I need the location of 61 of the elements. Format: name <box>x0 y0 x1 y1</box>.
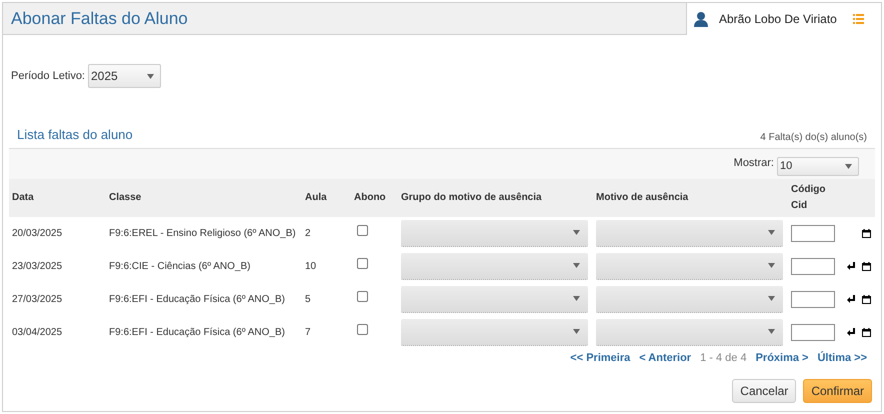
user-icon <box>693 11 709 27</box>
return-icon[interactable] <box>847 295 856 303</box>
table-cell-text: F9:6:EFI - Educação Física (6º ANO_B) <box>109 326 286 340</box>
calendar-icon[interactable] <box>862 262 871 270</box>
cid-input[interactable] <box>791 324 835 340</box>
caret-icon <box>768 329 775 334</box>
table-cell-text: F9:6:EREL - Ensino Religioso (6º ANO_B) <box>109 226 297 240</box>
column-header: Classe <box>109 191 142 205</box>
fault-count: 4 Falta(s) do(s) aluno(s) <box>760 130 867 144</box>
caret-icon <box>845 164 852 169</box>
table-cell-text: 27/03/2025 <box>12 292 64 306</box>
column-header: Código Cid <box>791 182 826 212</box>
pager-link[interactable]: Última >> <box>817 350 867 366</box>
show-label: Mostrar: <box>734 156 774 172</box>
return-icon[interactable] <box>847 262 856 270</box>
caret-icon <box>573 329 580 334</box>
calendar-icon[interactable] <box>862 294 871 304</box>
page-title: Abonar Faltas do Aluno <box>11 8 188 30</box>
checkbox[interactable] <box>357 324 368 334</box>
period-label: Período Letivo: <box>11 68 85 84</box>
caret-icon <box>147 74 154 78</box>
page-range: 1 - 4 de 4 <box>700 350 747 366</box>
confirm-button[interactable]: Confirmar <box>803 379 872 403</box>
list-title: Lista faltas do aluno <box>17 126 133 144</box>
list-icon[interactable] <box>852 14 864 24</box>
period-dropdown[interactable]: 2025 <box>88 64 161 88</box>
page-size-dropdown[interactable]: 10 <box>777 157 859 176</box>
table-cell-text: 5 <box>305 292 312 306</box>
column-header: Grupo do motivo de ausência <box>401 191 543 205</box>
return-icon[interactable] <box>847 328 856 336</box>
table-cell-text: 03/04/2025 <box>12 326 64 340</box>
caret-icon <box>768 296 775 301</box>
checkbox[interactable] <box>357 290 368 302</box>
table-cell-text: 2 <box>305 226 312 240</box>
cid-input[interactable] <box>791 258 835 274</box>
calendar-icon[interactable] <box>862 328 871 336</box>
pager-link[interactable]: << Primeira <box>570 350 630 366</box>
table-cell-text: F9:6:EFI - Educação Física (6º ANO_B) <box>109 292 286 306</box>
caret-icon <box>573 263 580 268</box>
column-header: Data <box>12 191 35 205</box>
caret-icon <box>573 230 580 235</box>
table-cell-text: F9:6:CIE - Ciências (6º ANO_B) <box>109 260 252 274</box>
caret-icon <box>768 263 775 268</box>
checkbox[interactable] <box>357 258 368 268</box>
column-header: Motivo de ausência <box>596 191 690 205</box>
table-cell-text: 7 <box>305 326 312 340</box>
checkbox[interactable] <box>357 224 368 236</box>
cid-input[interactable] <box>791 224 835 242</box>
pager-link[interactable]: Próxima > <box>756 350 808 366</box>
cancel-button[interactable]: Cancelar <box>732 379 796 403</box>
calendar-icon[interactable] <box>862 228 871 238</box>
caret-icon <box>573 296 580 301</box>
table-cell-text: 10 <box>305 260 318 274</box>
table-cell-text: 20/03/2025 <box>12 226 64 240</box>
user-name: Abrão Lobo De Viriato <box>719 11 837 28</box>
column-header: Aula <box>305 191 328 205</box>
cid-input[interactable] <box>791 290 835 308</box>
column-header: Abono <box>353 191 387 205</box>
table-cell-text: 23/03/2025 <box>12 260 64 274</box>
caret-icon <box>768 230 775 235</box>
pager-link[interactable]: < Anterior <box>639 350 692 366</box>
